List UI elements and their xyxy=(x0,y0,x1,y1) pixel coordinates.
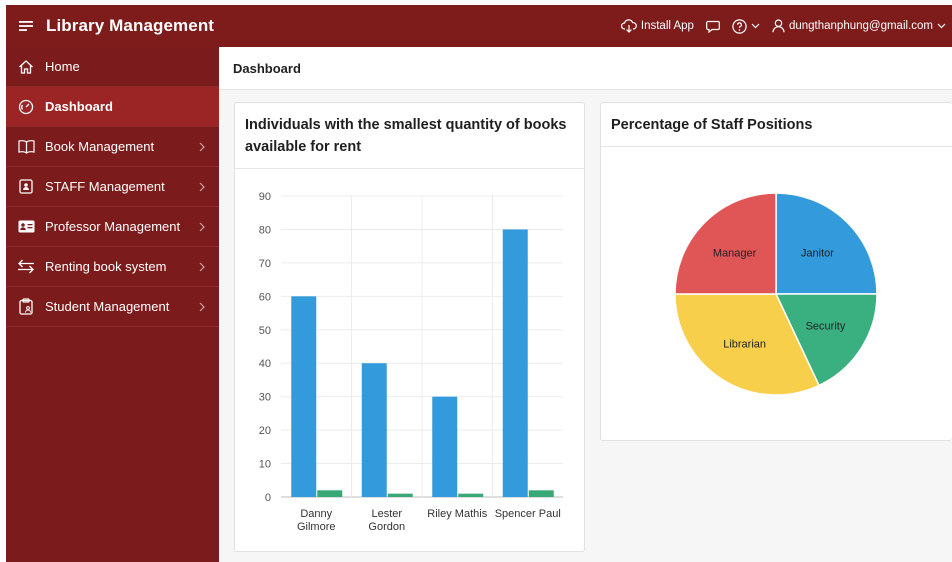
pie-slice-label: Security xyxy=(806,320,846,332)
dashboard-gauge-icon xyxy=(16,97,36,117)
bar[interactable] xyxy=(502,229,528,497)
sidebar-item-label: Home xyxy=(45,59,80,74)
chat-bubble-icon xyxy=(706,20,720,33)
bar[interactable] xyxy=(432,396,458,497)
sidebar-item-professor-management[interactable]: Professor Management xyxy=(6,207,219,247)
sidebar-item-label: Student Management xyxy=(45,299,170,314)
sidebar-item-dashboard[interactable]: Dashboard xyxy=(6,87,219,127)
user-icon xyxy=(772,19,785,33)
y-tick-label: 60 xyxy=(259,291,271,303)
sidebar-item-label: STAFF Management xyxy=(45,179,165,194)
x-tick-label: Lester xyxy=(371,508,402,520)
page-title: Dashboard xyxy=(233,60,301,76)
pie-slice-label: Manager xyxy=(713,248,757,260)
top-header: Library Management Install App dungthanp… xyxy=(6,5,952,47)
x-tick-label: Gilmore xyxy=(297,521,336,533)
y-tick-label: 50 xyxy=(259,325,271,337)
x-tick-label: Gordon xyxy=(368,521,405,533)
pie-chart-card: Percentage of Staff Positions Janitor Sec… xyxy=(600,102,952,441)
help-menu-button[interactable] xyxy=(726,5,766,47)
pie-slice-label: Janitor xyxy=(801,248,834,260)
chevron-right-icon xyxy=(195,140,209,154)
x-tick-label: Danny xyxy=(300,508,332,520)
bar-chart: 0 10 20 30 40 50 60 70 80 90 DannyGilmore LesterGor… xyxy=(259,191,563,533)
chevron-right-icon xyxy=(195,180,209,194)
sidebar-item-label: Dashboard xyxy=(45,99,113,114)
install-app-button[interactable]: Install App xyxy=(615,5,700,47)
bar[interactable] xyxy=(291,296,317,497)
bar[interactable] xyxy=(317,490,343,497)
clipboard-user-icon xyxy=(16,297,36,317)
y-tick-label: 10 xyxy=(259,459,271,471)
hamburger-icon xyxy=(19,21,33,31)
sidebar-item-label: Book Management xyxy=(45,139,155,154)
y-tick-label: 0 xyxy=(265,492,271,504)
bar[interactable] xyxy=(528,490,554,497)
cloud-download-icon xyxy=(620,19,637,33)
chevron-down-icon xyxy=(937,23,946,29)
pie-chart-title: Percentage of Staff Positions xyxy=(611,117,813,133)
pie-slice-label: Librarian xyxy=(723,338,766,350)
sidebar-nav: Home Dashboard Book Management STAFF Man… xyxy=(6,47,219,562)
pie-slice[interactable] xyxy=(674,192,777,295)
id-card-icon xyxy=(16,217,36,237)
bar-chart-card: Individuals with the smallest quantity o… xyxy=(234,102,585,552)
chevron-right-icon xyxy=(195,220,209,234)
pie-slice[interactable] xyxy=(775,192,878,295)
x-tick-label: Riley Mathis xyxy=(427,508,487,520)
chevron-down-icon xyxy=(751,23,760,29)
y-tick-label: 80 xyxy=(259,224,271,236)
bar-chart-title: Individuals with the smallest quantity o… xyxy=(245,117,567,155)
chevron-right-icon xyxy=(195,300,209,314)
sidebar-item-renting-book-system[interactable]: Renting book system xyxy=(6,247,219,287)
y-tick-label: 90 xyxy=(259,191,271,203)
feedback-button[interactable] xyxy=(700,5,726,47)
y-tick-label: 40 xyxy=(259,358,271,370)
pie-chart: Janitor Security Librarian Manager xyxy=(674,192,878,396)
user-email: dungthanphung@gmail.com xyxy=(788,20,933,32)
user-menu-button[interactable]: dungthanphung@gmail.com xyxy=(766,5,952,47)
sidebar-item-label: Professor Management xyxy=(45,219,181,234)
sidebar-item-staff-management[interactable]: STAFF Management xyxy=(6,167,219,207)
x-tick-label: Spencer Paul xyxy=(495,508,561,520)
breadcrumb: Dashboard xyxy=(219,47,952,90)
card-header: Percentage of Staff Positions xyxy=(601,103,952,147)
main-content: Dashboard Individuals with the smallest … xyxy=(219,47,952,562)
help-circle-icon xyxy=(732,18,747,34)
swap-arrows-icon xyxy=(16,257,36,277)
menu-toggle-button[interactable] xyxy=(12,12,40,40)
app-title[interactable]: Library Management xyxy=(46,16,214,36)
bar[interactable] xyxy=(361,363,387,497)
sidebar-item-student-management[interactable]: Student Management xyxy=(6,287,219,327)
sidebar-item-home[interactable]: Home xyxy=(6,47,219,87)
card-header: Individuals with the smallest quantity o… xyxy=(235,103,584,169)
install-app-label: Install App xyxy=(640,20,694,32)
book-icon xyxy=(16,137,36,157)
y-tick-label: 70 xyxy=(259,258,271,270)
y-tick-label: 30 xyxy=(259,392,271,404)
bar[interactable] xyxy=(458,493,484,497)
home-icon xyxy=(16,57,36,77)
staff-badge-icon xyxy=(16,177,36,197)
bar[interactable] xyxy=(387,493,413,497)
sidebar-item-label: Renting book system xyxy=(45,259,167,274)
y-tick-label: 20 xyxy=(259,425,271,437)
chevron-right-icon xyxy=(195,260,209,274)
sidebar-item-book-management[interactable]: Book Management xyxy=(6,127,219,167)
